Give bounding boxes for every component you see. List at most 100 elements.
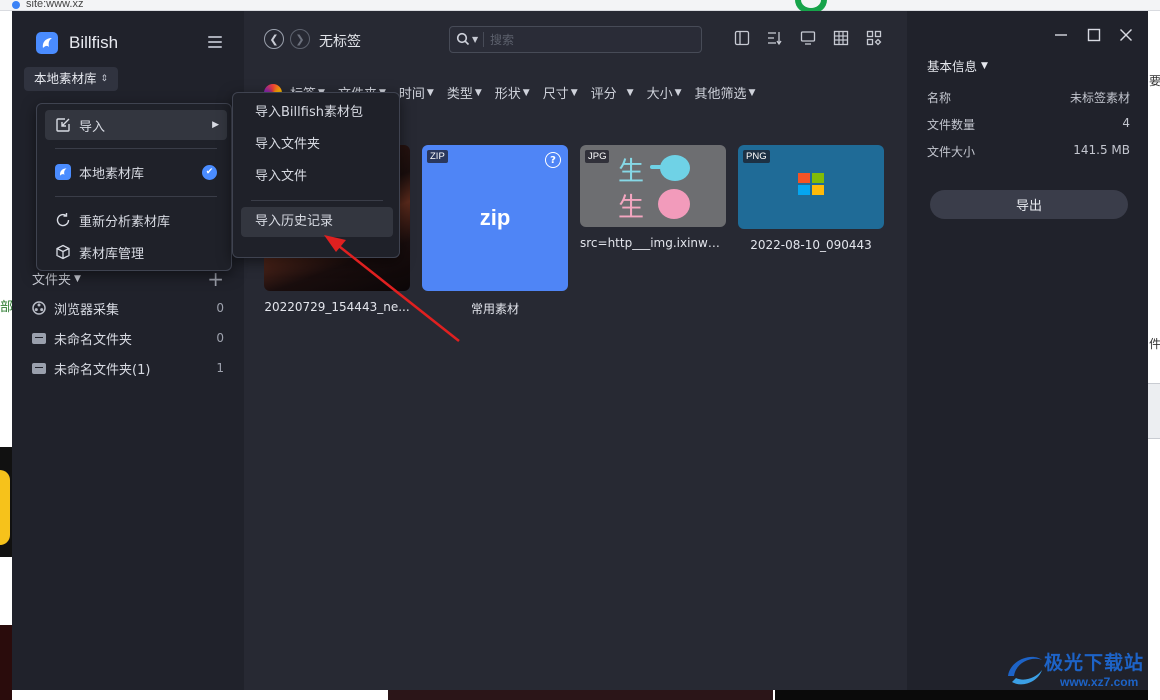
refresh-icon [55, 212, 71, 228]
export-button[interactable]: 导出 [930, 190, 1128, 219]
caret-down-icon: ▼ [626, 87, 634, 98]
filter-size[interactable]: 尺寸 ▼ [543, 83, 578, 102]
search-box[interactable]: ▼ [449, 26, 702, 53]
submenu-item-import-history[interactable]: 导入历史记录 [241, 207, 393, 237]
panel-title[interactable]: 基本信息 ▼ [927, 56, 988, 75]
left-background-shape [0, 470, 10, 545]
globe-icon [32, 301, 46, 315]
thumbnail-image: PNG [738, 145, 884, 229]
menu-item-label: 导入 [79, 119, 106, 135]
menu-item-library-management[interactable]: 素材库管理 [45, 237, 227, 267]
search-input[interactable] [490, 30, 695, 50]
menu-divider [55, 148, 217, 149]
search-divider [483, 32, 484, 47]
right-background-box [1147, 383, 1160, 439]
menu-divider [251, 200, 383, 201]
right-background-text-2: 件 [1149, 337, 1160, 351]
library-selector[interactable]: 本地素材库 ⇕ [24, 67, 119, 91]
browser-address-strip: site:www.xz [0, 0, 1160, 11]
folder-item-browser-collect[interactable]: 浏览器采集 0 [32, 293, 224, 323]
menu-item-label: 重新分析素材库 [79, 214, 171, 230]
menu-item-reanalyze[interactable]: 重新分析素材库 [45, 205, 227, 235]
file-type-badge: ZIP [427, 150, 448, 163]
minimize-icon[interactable] [1053, 27, 1069, 43]
right-background-strip [1148, 11, 1160, 700]
submenu-arrow-icon: ▶ [212, 120, 219, 130]
search-scope-dropdown[interactable]: ▼ [456, 32, 478, 46]
thumbnail-caption: src=http___img.ixinwei... [580, 236, 726, 250]
thumbnail-item[interactable]: ZIP ? zip 常用素材 [422, 145, 568, 317]
info-row-size: 文件大小 141.5 MB [927, 143, 1130, 160]
info-value: 4 [1122, 116, 1130, 130]
panel-title-label: 基本信息 [927, 59, 978, 74]
thumbnail-image: ZIP ? zip [422, 145, 568, 291]
zip-label: zip [479, 205, 511, 230]
billfish-logo-icon [55, 164, 71, 180]
detail-panel: 基本信息 ▼ 名称 未标签素材 文件数量 4 文件大小 141.5 MB 导出 [907, 11, 1148, 690]
thumbnail-item[interactable]: JPG 生 生 src=http___img.ixinwei... [580, 145, 726, 250]
menu-divider [55, 196, 217, 197]
chevron-down-icon: ▼ [472, 34, 479, 44]
folder-count: 0 [216, 331, 224, 345]
billfish-logo-icon [36, 32, 58, 54]
info-value: 未标签素材 [1069, 91, 1130, 105]
preview-mode-icon[interactable] [799, 29, 816, 46]
view-toolbar [733, 29, 898, 46]
filter-filesize[interactable]: 大小 ▼ [647, 83, 682, 102]
menu-item-label: 素材库管理 [79, 246, 145, 262]
folder-icon [32, 362, 46, 374]
grid-view-icon[interactable] [832, 29, 849, 46]
left-background-photo [0, 625, 12, 700]
sort-icon[interactable] [766, 29, 783, 46]
menu-item-local-library[interactable]: 本地素材库 ✔ [45, 157, 227, 187]
filter-label: 大小 [646, 87, 673, 102]
maximize-icon[interactable] [1086, 27, 1102, 43]
sidebar-toggle-icon[interactable] [733, 29, 750, 46]
thumbnail-caption: 2022-08-10_090443 [750, 238, 872, 252]
billfish-window: Billfish 本地素材库 ⇕ 文件夹 ▼ + 浏览器采集 0 未命名文件夹 … [12, 11, 1148, 690]
caret-down-icon: ▼ [426, 87, 434, 98]
filter-label: 评分 [590, 87, 617, 102]
filter-other[interactable]: 其他筛选 ▼ [695, 83, 756, 102]
folder-icon [32, 332, 46, 344]
caret-down-icon: ▼ [74, 273, 81, 284]
filter-shape[interactable]: 形状 ▼ [495, 83, 530, 102]
watermark-logo-icon [1008, 656, 1042, 685]
cube-icon [55, 244, 71, 260]
submenu-item-import-folder[interactable]: 导入文件夹 [241, 130, 393, 160]
forward-button[interactable]: ❯ [290, 29, 310, 49]
caret-down-icon: ▼ [570, 87, 578, 98]
bottom-background-image [388, 690, 773, 700]
windows-logo-icon [798, 173, 824, 195]
thumbnail-caption: 常用素材 [470, 302, 519, 316]
image-text: 生 [618, 156, 645, 186]
menu-item-import[interactable]: 导入 ▶ [45, 110, 227, 140]
filter-label: 形状 [494, 87, 521, 102]
folder-section-header[interactable]: 文件夹 ▼ + [32, 269, 224, 289]
folder-item-unnamed[interactable]: 未命名文件夹 0 [32, 323, 224, 353]
folder-label: 浏览器采集 [54, 302, 120, 318]
info-label: 名称 [927, 91, 952, 105]
folder-list: 浏览器采集 0 未命名文件夹 0 未命名文件夹(1) 1 [32, 293, 224, 383]
import-submenu: 导入Billfish素材包 导入文件夹 导入文件 导入历史记录 [232, 92, 400, 258]
help-icon[interactable]: ? [545, 152, 561, 168]
submenu-item-import-package[interactable]: 导入Billfish素材包 [241, 98, 393, 128]
filter-time[interactable]: 时间 ▼ [399, 83, 434, 102]
waterfall-view-icon[interactable] [865, 29, 882, 46]
add-folder-icon[interactable]: + [207, 269, 224, 289]
filter-type[interactable]: 类型 ▼ [447, 83, 482, 102]
caret-down-icon: ▼ [981, 60, 988, 71]
folder-item-unnamed-1[interactable]: 未命名文件夹(1) 1 [32, 353, 224, 383]
head-figure-icon [658, 189, 690, 219]
search-icon [456, 32, 470, 46]
hamburger-menu-icon[interactable] [208, 36, 222, 48]
filter-rating[interactable]: 评分 ▼ [591, 83, 634, 102]
browser-url-text: site:www.xz [26, 0, 84, 10]
submenu-item-import-file[interactable]: 导入文件 [241, 162, 393, 192]
thumbnail-item[interactable]: PNG 2022-08-10_090443 [738, 145, 884, 252]
back-button[interactable]: ❮ [264, 29, 284, 49]
filter-label: 时间 [398, 87, 425, 102]
site-favicon-icon [12, 1, 20, 9]
close-icon[interactable] [1118, 27, 1134, 43]
file-type-badge: PNG [743, 150, 770, 163]
